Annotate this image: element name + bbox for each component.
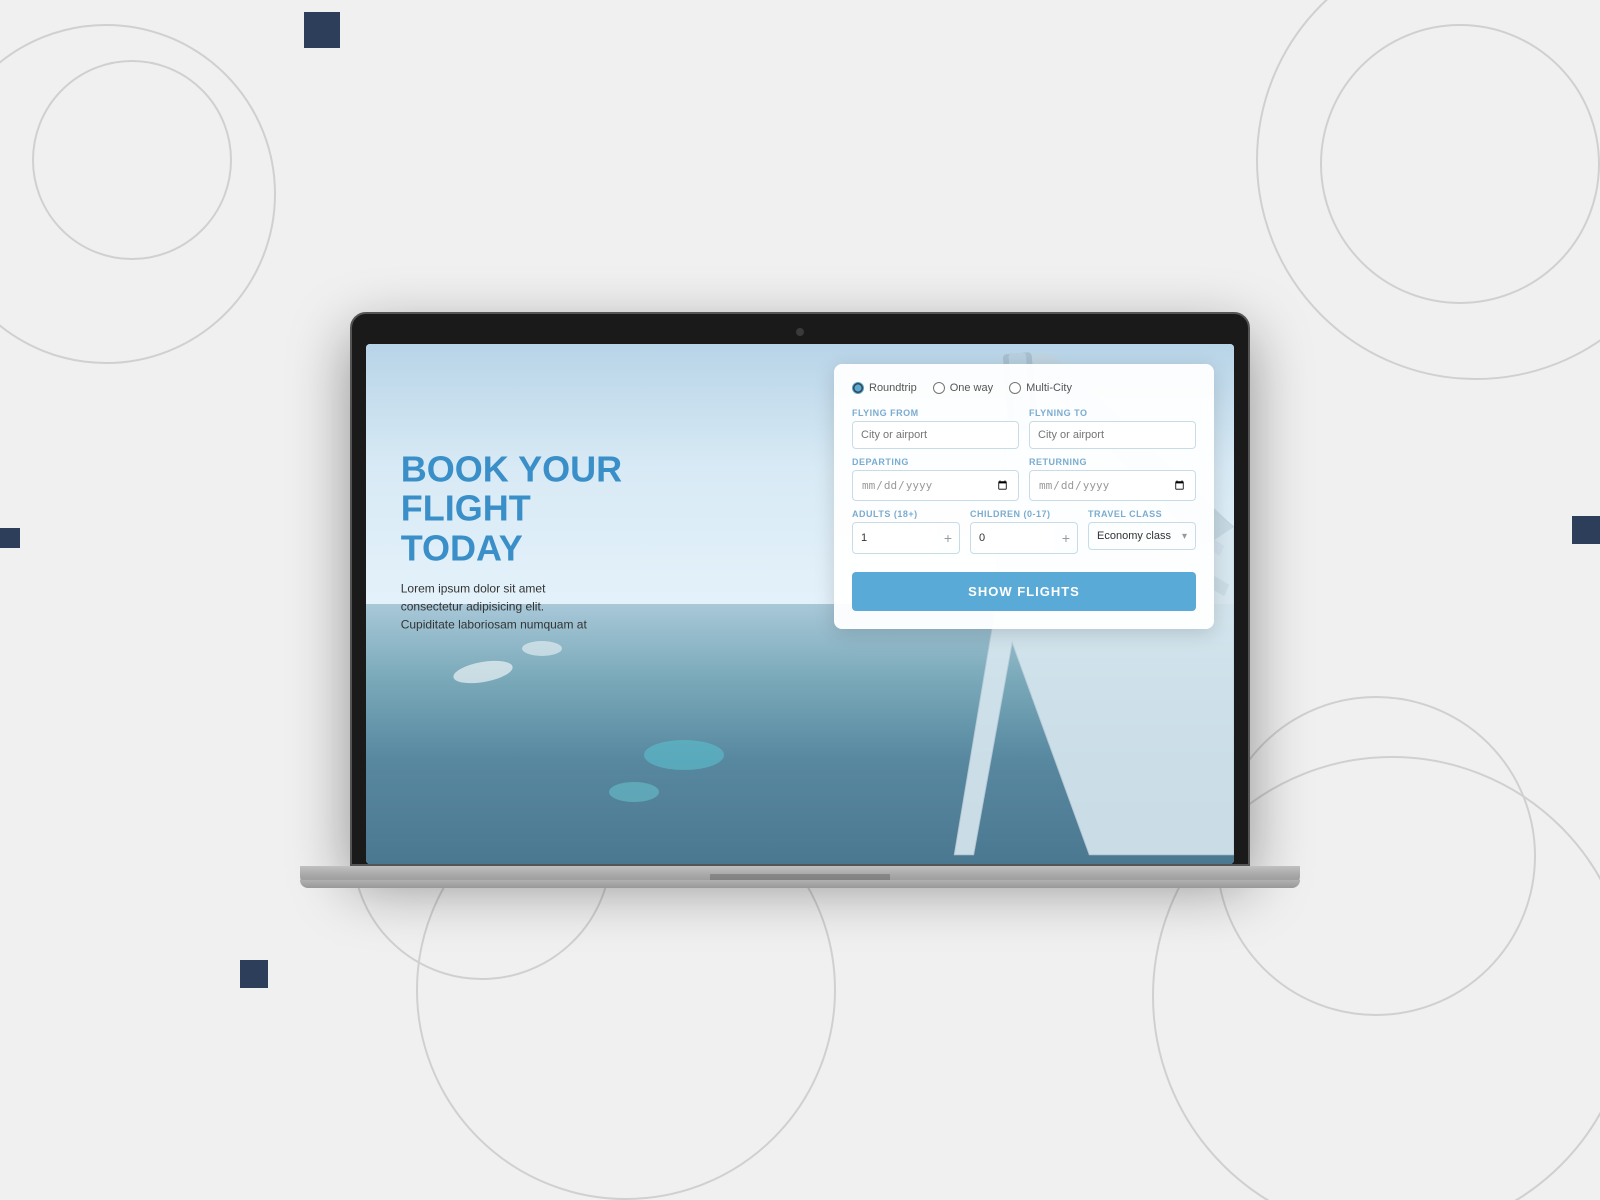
laptop-screen: BOOK YOUR FLIGHT TODAY Lorem ipsum dolor… — [350, 312, 1250, 866]
bg-circle-1 — [32, 60, 232, 260]
returning-group: RETURNING — [1029, 457, 1196, 501]
adults-group: ADULTS (18+) 1 + — [852, 509, 960, 554]
booking-panel: Roundtrip One way Multi-City — [834, 364, 1214, 629]
adults-label: ADULTS (18+) — [852, 509, 960, 519]
lake-2 — [609, 782, 659, 802]
departing-input[interactable] — [852, 470, 1019, 501]
dates-row: DEPARTING RETURNING — [852, 457, 1196, 501]
roundtrip-option[interactable]: Roundtrip — [852, 382, 917, 394]
bg-square-3 — [240, 960, 268, 988]
children-increment[interactable]: + — [1055, 523, 1077, 553]
roundtrip-radio[interactable] — [852, 382, 864, 394]
hero-text: BOOK YOUR FLIGHT TODAY Lorem ipsum dolor… — [401, 449, 622, 634]
passengers-row: ADULTS (18+) 1 + CHILDREN (0-17) 0 + — [852, 509, 1196, 554]
bg-circle-5 — [1320, 24, 1600, 304]
show-flights-button[interactable]: SHOW FLIGHTS — [852, 572, 1196, 611]
camera — [796, 328, 804, 336]
travel-class-selector[interactable]: Economy class ▾ — [1088, 522, 1196, 550]
returning-label: RETURNING — [1029, 457, 1196, 467]
from-to-row: FLYING FROM FLYNING TO — [852, 408, 1196, 449]
children-stepper: 0 + — [970, 522, 1078, 554]
hero-subtitle: Lorem ipsum dolor sit amet consectetur a… — [401, 580, 601, 634]
flying-to-group: FLYNING TO — [1029, 408, 1196, 449]
travel-class-group: TRAVEL CLASS Economy class ▾ — [1088, 509, 1196, 554]
travel-class-value: Economy class — [1097, 530, 1171, 542]
multicity-option[interactable]: Multi-City — [1009, 382, 1072, 394]
camera-bar — [366, 328, 1234, 336]
laptop-bottom-bar — [300, 880, 1300, 888]
laptop-base — [300, 866, 1300, 888]
returning-input[interactable] — [1029, 470, 1196, 501]
bg-circle-6 — [1256, 0, 1600, 380]
oneway-radio[interactable] — [933, 382, 945, 394]
oneway-option[interactable]: One way — [933, 382, 993, 394]
snow-2 — [522, 641, 562, 656]
children-group: CHILDREN (0-17) 0 + — [970, 509, 1078, 554]
laptop: BOOK YOUR FLIGHT TODAY Lorem ipsum dolor… — [300, 312, 1300, 888]
flying-to-label: FLYNING TO — [1029, 408, 1196, 418]
bg-square-2 — [0, 528, 20, 548]
flying-from-group: FLYING FROM — [852, 408, 1019, 449]
adults-increment[interactable]: + — [937, 523, 959, 553]
adults-value: 1 — [853, 525, 937, 551]
adults-stepper: 1 + — [852, 522, 960, 554]
bg-square-4 — [1572, 516, 1600, 544]
flying-from-input[interactable] — [852, 421, 1019, 449]
bg-square-1 — [304, 12, 340, 48]
multicity-radio[interactable] — [1009, 382, 1021, 394]
children-label: CHILDREN (0-17) — [970, 509, 1078, 519]
laptop-display: BOOK YOUR FLIGHT TODAY Lorem ipsum dolor… — [366, 344, 1234, 864]
travel-class-label: TRAVEL CLASS — [1088, 509, 1196, 519]
bg-circle-2 — [0, 24, 276, 364]
chevron-down-icon: ▾ — [1182, 531, 1187, 542]
flying-to-input[interactable] — [1029, 421, 1196, 449]
trip-type-row: Roundtrip One way Multi-City — [852, 382, 1196, 394]
departing-label: DEPARTING — [852, 457, 1019, 467]
departing-group: DEPARTING — [852, 457, 1019, 501]
flight-background: BOOK YOUR FLIGHT TODAY Lorem ipsum dolor… — [366, 344, 1234, 864]
flying-from-label: FLYING FROM — [852, 408, 1019, 418]
children-value: 0 — [971, 525, 1055, 551]
hero-title: BOOK YOUR FLIGHT TODAY — [401, 449, 622, 568]
